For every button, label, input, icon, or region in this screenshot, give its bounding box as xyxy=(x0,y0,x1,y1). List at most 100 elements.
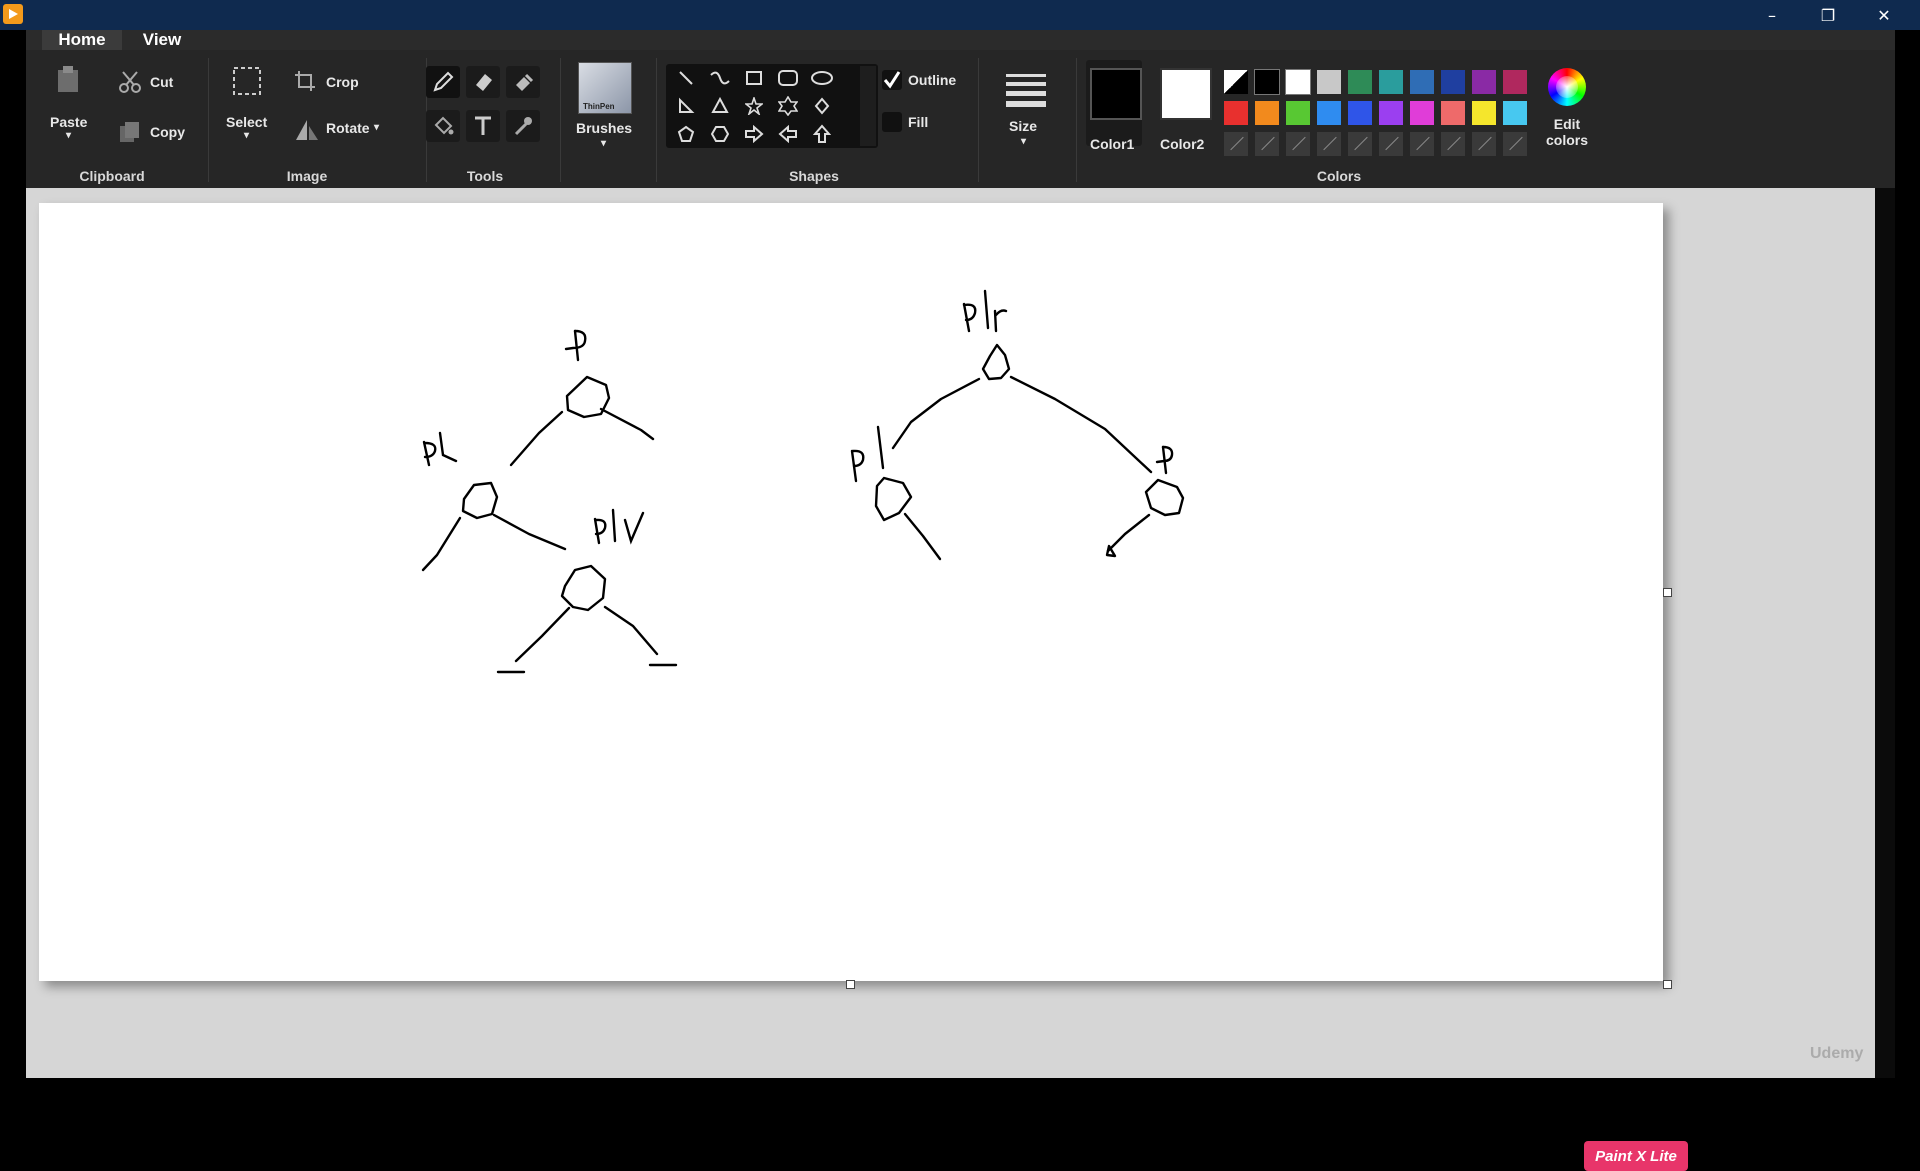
color2-swatch[interactable] xyxy=(1160,68,1212,120)
tab-home[interactable]: Home xyxy=(42,30,122,50)
custom-color-slot[interactable] xyxy=(1255,132,1279,156)
edge xyxy=(509,410,564,467)
arrow-left-shape-icon[interactable] xyxy=(774,122,802,146)
edge xyxy=(599,407,655,441)
highlighter-icon[interactable] xyxy=(506,66,540,98)
color-swatch[interactable] xyxy=(1472,70,1496,94)
size-lines-icon[interactable] xyxy=(1006,72,1046,113)
custom-color-slot[interactable] xyxy=(1286,132,1310,156)
custom-color-slot[interactable] xyxy=(1472,132,1496,156)
edit-colors-button[interactable]: Edit colors xyxy=(1542,116,1592,148)
fill-checkbox[interactable] xyxy=(882,112,902,132)
custom-color-slot[interactable] xyxy=(1441,132,1465,156)
restore-icon[interactable]: ❐ xyxy=(1800,0,1856,30)
edge xyxy=(603,605,659,656)
copy-icon[interactable] xyxy=(118,120,142,149)
color-swatch[interactable] xyxy=(1348,70,1372,94)
curve-shape-icon[interactable] xyxy=(706,66,734,90)
brush-thumbnail-icon[interactable]: ThinPen xyxy=(578,62,632,114)
color-swatch[interactable] xyxy=(1441,101,1465,125)
text-icon[interactable] xyxy=(466,110,500,142)
drawing-canvas[interactable]: Paint X Lite xyxy=(39,203,1688,1171)
eraser-icon[interactable] xyxy=(466,66,500,98)
star-shape-icon[interactable] xyxy=(740,94,768,118)
custom-color-slot[interactable] xyxy=(1410,132,1434,156)
menu-bar: Home View xyxy=(26,30,1895,50)
edge xyxy=(891,377,981,450)
hexagram-shape-icon[interactable] xyxy=(774,94,802,118)
size-button[interactable]: Size xyxy=(1009,118,1037,134)
annotation-plr-top xyxy=(962,289,1008,333)
line-shape-icon[interactable] xyxy=(672,66,700,90)
color-swatch[interactable] xyxy=(1254,69,1280,95)
color-swatch[interactable] xyxy=(1348,101,1372,125)
crop-button[interactable]: Crop xyxy=(326,74,359,90)
rounded-rectangle-shape-icon[interactable] xyxy=(774,66,802,90)
cut-button[interactable]: Cut xyxy=(150,74,173,90)
pencil-icon[interactable] xyxy=(426,66,460,98)
select-icon[interactable] xyxy=(232,66,262,101)
color1-swatch[interactable] xyxy=(1090,68,1142,120)
color-swatch[interactable] xyxy=(1317,101,1341,125)
hexagon-shape-icon[interactable] xyxy=(706,122,734,146)
custom-color-slot[interactable] xyxy=(1224,132,1248,156)
clipboard-group-label: Clipboard xyxy=(79,168,145,184)
scissors-icon[interactable] xyxy=(118,70,142,99)
resize-handle-right[interactable] xyxy=(1663,588,1672,597)
color-swatch[interactable] xyxy=(1379,101,1403,125)
triangle-shape-icon[interactable] xyxy=(706,94,734,118)
color-swatch[interactable] xyxy=(1503,101,1527,125)
node-pl xyxy=(461,481,499,520)
right-triangle-shape-icon[interactable] xyxy=(672,94,700,118)
color-swatch[interactable] xyxy=(1224,70,1248,94)
chevron-down-icon[interactable]: ▾ xyxy=(601,138,606,149)
paste-button[interactable]: Paste xyxy=(50,114,87,130)
color-picker-icon[interactable] xyxy=(506,110,540,142)
rectangle-shape-icon[interactable] xyxy=(740,66,768,90)
close-icon[interactable]: ✕ xyxy=(1856,0,1912,30)
chevron-down-icon[interactable]: ▾ xyxy=(374,122,379,133)
color-swatch[interactable] xyxy=(1410,101,1434,125)
paste-icon[interactable] xyxy=(56,64,82,99)
divider xyxy=(208,58,209,182)
color-swatch[interactable] xyxy=(1224,101,1248,125)
arrow-up-shape-icon[interactable] xyxy=(808,122,836,146)
select-button[interactable]: Select xyxy=(226,114,267,130)
color-swatch[interactable] xyxy=(1410,70,1434,94)
diamond-shape-icon[interactable] xyxy=(808,94,836,118)
outline-checkbox[interactable] xyxy=(882,70,902,90)
color-swatch[interactable] xyxy=(1379,70,1403,94)
fill-bucket-icon[interactable] xyxy=(426,110,460,142)
title-bar: – ❐ ✕ xyxy=(0,0,1920,30)
color-wheel-icon[interactable] xyxy=(1548,68,1586,106)
brush-thumbnail-label: ThinPen xyxy=(583,102,615,111)
tab-view[interactable]: View xyxy=(132,30,192,50)
color-swatch[interactable] xyxy=(1503,70,1527,94)
copy-button[interactable]: Copy xyxy=(150,124,185,140)
custom-color-slot[interactable] xyxy=(1503,132,1527,156)
color-swatch[interactable] xyxy=(1286,101,1310,125)
color-swatch[interactable] xyxy=(1441,70,1465,94)
color-swatch[interactable] xyxy=(1255,101,1279,125)
color-swatch[interactable] xyxy=(1472,101,1496,125)
custom-color-slot[interactable] xyxy=(1379,132,1403,156)
divider xyxy=(1076,58,1077,182)
brushes-button[interactable]: Brushes xyxy=(576,120,632,136)
custom-color-slot[interactable] xyxy=(1317,132,1341,156)
arrow-right-shape-icon[interactable] xyxy=(740,122,768,146)
chevron-down-icon[interactable]: ▾ xyxy=(244,130,249,141)
shapes-scrollbar[interactable] xyxy=(860,66,876,146)
minimize-icon[interactable]: – xyxy=(1744,0,1800,30)
resize-handle-corner[interactable] xyxy=(1663,980,1672,989)
custom-color-slot[interactable] xyxy=(1348,132,1372,156)
color-swatch[interactable] xyxy=(1317,70,1341,94)
rotate-icon[interactable] xyxy=(294,118,320,147)
color-swatch[interactable] xyxy=(1285,69,1311,95)
crop-icon[interactable] xyxy=(294,70,316,97)
rotate-button[interactable]: Rotate xyxy=(326,120,370,136)
chevron-down-icon[interactable]: ▾ xyxy=(66,130,71,141)
ellipse-shape-icon[interactable] xyxy=(808,66,836,90)
resize-handle-bottom[interactable] xyxy=(846,980,855,989)
chevron-down-icon[interactable]: ▾ xyxy=(1021,136,1026,147)
pentagon-shape-icon[interactable] xyxy=(672,122,700,146)
